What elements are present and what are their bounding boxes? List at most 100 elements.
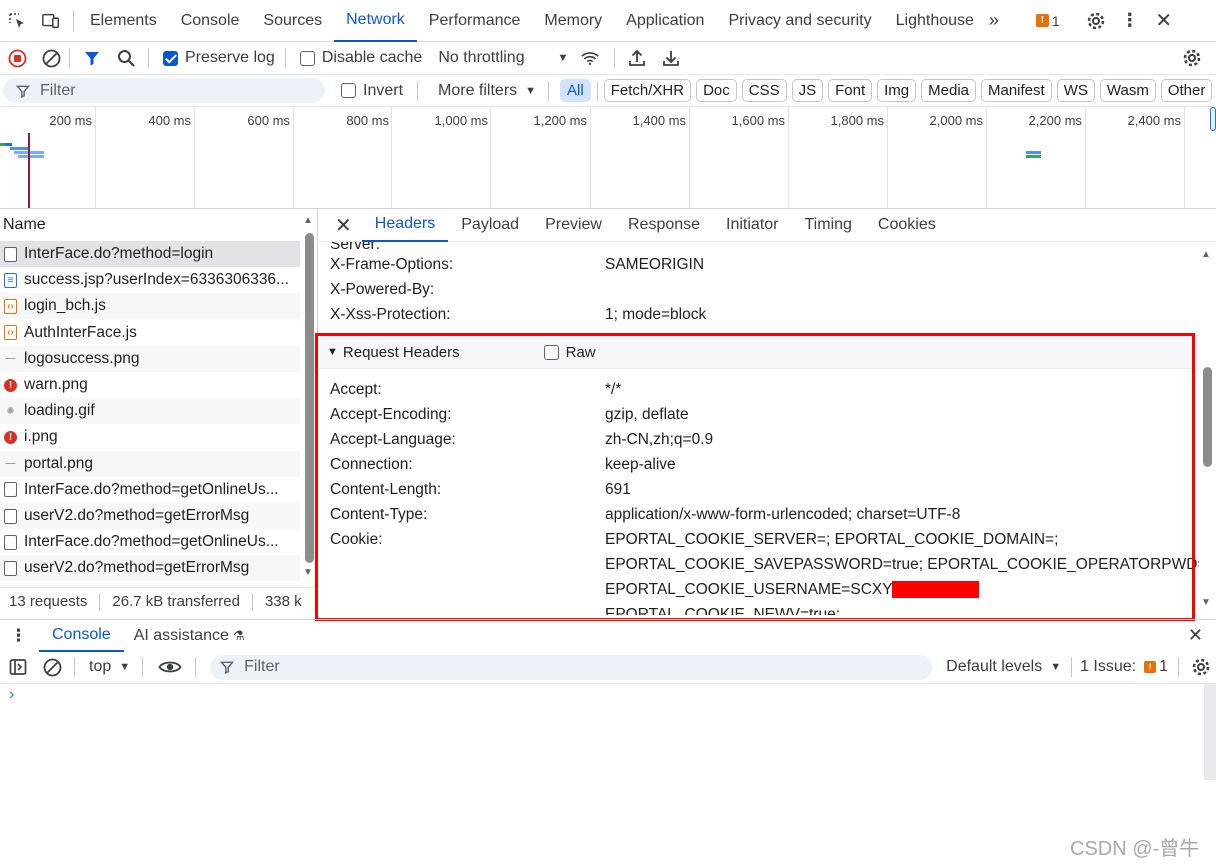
settings-gear-icon[interactable]	[1086, 11, 1106, 31]
issues-counter[interactable]: ! 1	[1035, 13, 1060, 29]
disable-cache-label: Disable cache	[321, 49, 423, 66]
console-sidebar-icon[interactable]	[8, 657, 28, 677]
request-row[interactable]: ! warn.png	[0, 372, 300, 398]
tab-console[interactable]: Console	[169, 0, 252, 42]
tab-headers[interactable]: Headers	[361, 209, 449, 242]
header-value: SAMEORIGIN	[605, 256, 705, 273]
scroll-up-arrow-icon[interactable]: ▲	[303, 215, 315, 231]
export-har-download-icon[interactable]	[661, 48, 681, 68]
request-row[interactable]: ≡ success.jsp?userIndex=6336306336...	[0, 267, 300, 293]
chip-fetch-xhr[interactable]: Fetch/XHR	[603, 79, 692, 102]
network-conditions-wifi-icon[interactable]	[580, 48, 600, 68]
request-list-scrollbar[interactable]	[305, 233, 314, 563]
chip-js[interactable]: JS	[791, 79, 824, 102]
tab-timing[interactable]: Timing	[792, 209, 865, 242]
request-row[interactable]: ‹› AuthInterFace.js	[0, 320, 300, 346]
disable-cache-check[interactable]	[299, 50, 315, 66]
tab-network[interactable]: Network	[334, 0, 417, 42]
tab-application[interactable]: Application	[614, 0, 716, 42]
console-output[interactable]: ›	[0, 684, 1216, 865]
live-expression-eye-icon[interactable]	[157, 657, 183, 677]
scroll-down-arrow-icon[interactable]: ▼	[303, 567, 315, 583]
tab-sources[interactable]: Sources	[251, 0, 334, 42]
more-options-kebab-icon[interactable]: ⋮	[1120, 10, 1140, 31]
network-settings-gear-icon[interactable]	[1182, 48, 1202, 68]
request-row[interactable]: ✺ loading.gif	[0, 398, 300, 425]
console-issues-button[interactable]: 1 Issue: ! 1	[1080, 658, 1168, 676]
tab-payload[interactable]: Payload	[448, 209, 532, 242]
request-row[interactable]: InterFace.do?method=getOnlineUs...	[0, 477, 300, 503]
chip-css[interactable]: CSS	[741, 79, 787, 102]
chip-media[interactable]: Media	[921, 79, 976, 102]
request-row[interactable]: InterFace.do?method=getOnlineUs...	[0, 529, 300, 555]
tab-lighthouse[interactable]: Lighthouse	[884, 0, 986, 42]
chip-ws[interactable]: WS	[1056, 79, 1095, 102]
tab-memory[interactable]: Memory	[532, 0, 614, 42]
name-column-header[interactable]: Name	[3, 216, 46, 234]
request-row[interactable]: ‹› login_bch.js	[0, 293, 300, 320]
drawer-tab-ai-assistance[interactable]: AI assistance	[124, 620, 233, 652]
tab-performance[interactable]: Performance	[417, 0, 533, 42]
throttling-select[interactable]: No throttling ▼	[438, 49, 568, 67]
import-har-upload-icon[interactable]	[627, 48, 647, 68]
chip-manifest[interactable]: Manifest	[981, 79, 1052, 102]
request-row[interactable]: ! i.png	[0, 424, 300, 450]
tab-preview[interactable]: Preview	[532, 209, 615, 242]
console-settings-gear-icon[interactable]	[1191, 657, 1211, 677]
request-row[interactable]: userV2.do?method=getErrorMsg	[0, 503, 300, 529]
image-icon: —	[5, 458, 16, 470]
doc-icon	[4, 246, 17, 262]
context-selector[interactable]: top ▼	[89, 658, 130, 676]
close-details-icon[interactable]: ✕	[319, 209, 362, 242]
error-icon: !	[4, 430, 17, 444]
chip-all[interactable]: All	[560, 79, 591, 102]
search-icon[interactable]	[116, 48, 136, 68]
tab-privacy-security[interactable]: Privacy and security	[716, 0, 883, 42]
chip-other[interactable]: Other	[1160, 79, 1213, 102]
request-row[interactable]: — logosuccess.png	[0, 345, 300, 372]
request-row[interactable]: InterFace.do?method=login	[0, 241, 300, 267]
console-filter-input[interactable]: Filter	[210, 654, 933, 680]
timeline-gridline	[95, 107, 96, 208]
tab-cookies[interactable]: Cookies	[865, 209, 949, 242]
invert-check[interactable]	[341, 83, 356, 98]
tab-response[interactable]: Response	[615, 209, 713, 242]
console-scrollbar-track[interactable]	[1204, 684, 1216, 780]
invert-checkbox[interactable]: Invert	[341, 82, 403, 100]
chip-wasm[interactable]: Wasm	[1099, 79, 1156, 102]
tab-elements[interactable]: Elements	[78, 0, 169, 42]
details-scrollbar[interactable]	[1203, 367, 1212, 467]
clear-log-icon[interactable]	[41, 48, 61, 68]
scroll-up-arrow-icon[interactable]: ▲	[1201, 249, 1213, 263]
stop-recording-icon[interactable]	[7, 48, 27, 68]
log-levels-value: Default levels	[946, 658, 1043, 675]
request-row[interactable]: userV2.do?method=getErrorMsg	[0, 555, 300, 582]
request-row[interactable]: — portal.png	[0, 450, 300, 477]
timeline-range-handle[interactable]	[1210, 107, 1216, 131]
timeline-tick-label: 1,600 ms	[731, 113, 785, 128]
tab-initiator[interactable]: Initiator	[713, 209, 791, 242]
chip-font[interactable]: Font	[828, 79, 873, 102]
inspect-element-icon[interactable]	[7, 11, 27, 31]
log-levels-dropdown[interactable]: Default levels ▼	[946, 658, 1061, 676]
more-filters-dropdown[interactable]: More filters ▼	[438, 82, 536, 100]
timeline-gridline	[1184, 107, 1185, 208]
drawer-menu-kebab-icon[interactable]: ⋮	[10, 626, 27, 646]
close-devtools-icon[interactable]: ✕	[1154, 10, 1174, 32]
filter-input[interactable]: Filter	[3, 78, 325, 103]
more-tabs-chevron-icon[interactable]: »	[984, 10, 1004, 31]
timeline-overview[interactable]: 200 ms 400 ms 600 ms 800 ms 1,000 ms 1,2…	[0, 107, 1216, 209]
preserve-log-check[interactable]	[163, 50, 178, 66]
chip-doc[interactable]: Doc	[696, 79, 737, 102]
filter-funnel-icon[interactable]	[82, 48, 102, 68]
device-toolbar-icon[interactable]	[41, 11, 61, 31]
scroll-down-arrow-icon[interactable]: ▼	[1201, 597, 1213, 611]
timeline-gridline	[391, 107, 392, 208]
chip-img[interactable]: Img	[877, 79, 917, 102]
preserve-log-checkbox[interactable]: Preserve log	[163, 49, 275, 67]
close-drawer-icon[interactable]: ✕	[1188, 625, 1203, 646]
timeline-tick-label: 2,200 ms	[1028, 113, 1082, 128]
drawer-tab-console[interactable]: Console	[39, 620, 124, 652]
clear-console-icon[interactable]	[42, 657, 62, 677]
disable-cache-checkbox[interactable]: Disable cache	[299, 49, 423, 67]
